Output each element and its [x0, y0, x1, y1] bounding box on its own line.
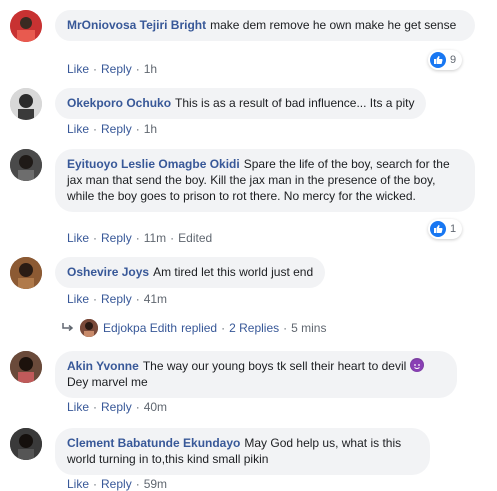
timestamp[interactable]: 59m: [144, 477, 167, 491]
comment-actions: Like · Reply · 41m: [67, 292, 167, 306]
comment-bubble: Eyituoyo Leslie Omagbe Okidi Spare the li…: [55, 149, 475, 212]
comment-bubble: Clement Babatunde Ekundayo May God help u…: [55, 428, 430, 475]
separator: ·: [170, 231, 175, 245]
separator: ·: [135, 292, 140, 306]
reaction-count-value: 1: [450, 223, 457, 235]
avatar[interactable]: [10, 351, 42, 383]
like-link[interactable]: Like: [67, 231, 89, 245]
comment-bubble: Okekporo Ochuko This is as a result of ba…: [55, 88, 427, 119]
comment-text: The way our young boys tk sell their hea…: [142, 359, 407, 373]
comment-actions: Like · Reply · 1h: [67, 122, 157, 136]
like-link[interactable]: Like: [67, 122, 89, 136]
comment-bubble: Oshevire Joys Am tired let this world jus…: [55, 257, 326, 288]
commenter-name[interactable]: Akin Yvonne: [67, 359, 139, 373]
commenter-name[interactable]: Clement Babatunde Ekundayo: [67, 436, 240, 450]
avatar[interactable]: [10, 10, 42, 42]
replied-label: replied: [181, 321, 218, 335]
separator: ·: [93, 122, 98, 136]
separator: ·: [93, 292, 98, 306]
thumbs-up-icon: [430, 52, 446, 68]
separator: ·: [135, 477, 140, 491]
comment-actions: Like · Reply · 59m: [67, 477, 167, 491]
separator: ·: [283, 321, 288, 335]
timestamp[interactable]: 41m: [144, 292, 167, 306]
separator: ·: [135, 231, 140, 245]
timestamp[interactable]: 1h: [144, 62, 157, 76]
smiling-devil-emoji: [409, 358, 424, 372]
timestamp[interactable]: 40m: [144, 400, 167, 414]
reaction-count-value: 9: [450, 54, 457, 66]
like-link[interactable]: Like: [67, 62, 89, 76]
avatar[interactable]: [10, 88, 42, 120]
avatar[interactable]: [10, 428, 42, 460]
separator: ·: [93, 62, 98, 76]
reaction-count[interactable]: 9: [428, 50, 463, 70]
comment-bubble: MrOniovosa Tejiri Bright make dem remove …: [55, 10, 475, 41]
comment-text-line-2: Dey marvel me: [67, 375, 148, 389]
separator: ·: [93, 477, 98, 491]
avatar[interactable]: [10, 257, 42, 289]
comment-text: make dem remove he own make he get sense: [210, 18, 457, 32]
reply-count: 2 Replies: [229, 321, 280, 335]
separator: ·: [135, 62, 140, 76]
reaction-count[interactable]: 1: [428, 219, 463, 239]
comment-actions: Like · Reply · 11m · Edited: [67, 231, 212, 245]
reply-link[interactable]: Reply: [101, 292, 132, 306]
separator: ·: [93, 400, 98, 414]
commenter-name[interactable]: Eyituoyo Leslie Omagbe Okidi: [67, 157, 240, 171]
comment-text: This is as a result of bad influence... …: [175, 96, 415, 110]
replier-name: Edjokpa Edith: [103, 321, 178, 335]
separator: ·: [135, 122, 140, 136]
commenter-name[interactable]: Okekporo Ochuko: [67, 96, 171, 110]
reply-link[interactable]: Reply: [101, 122, 132, 136]
commenter-name[interactable]: MrOniovosa Tejiri Bright: [67, 18, 206, 32]
comment-text: Am tired let this world just end: [153, 265, 314, 279]
reply-link[interactable]: Reply: [101, 231, 132, 245]
edited-label[interactable]: Edited: [178, 231, 212, 245]
reply-arrow-icon: [62, 320, 74, 336]
avatar: [80, 319, 98, 337]
like-link[interactable]: Like: [67, 400, 89, 414]
separator: ·: [93, 231, 98, 245]
reply-time: 5 mins: [291, 321, 327, 335]
reply-link[interactable]: Reply: [101, 62, 132, 76]
commenter-name[interactable]: Oshevire Joys: [67, 265, 149, 279]
reply-link[interactable]: Reply: [101, 477, 132, 491]
timestamp[interactable]: 1h: [144, 122, 157, 136]
like-link[interactable]: Like: [67, 477, 89, 491]
separator: ·: [135, 400, 140, 414]
separator: ·: [221, 321, 226, 335]
like-link[interactable]: Like: [67, 292, 89, 306]
thumbs-up-icon: [430, 221, 446, 237]
comment-actions: Like · Reply · 1h: [67, 62, 157, 76]
avatar[interactable]: [10, 149, 42, 181]
comment-bubble: Akin Yvonne The way our young boys tk sel…: [55, 351, 457, 398]
view-replies-link[interactable]: Edjokpa Edith replied · 2 Replies · 5 mi…: [62, 319, 326, 337]
comment-actions: Like · Reply · 40m: [67, 400, 167, 414]
timestamp[interactable]: 11m: [144, 231, 166, 245]
reply-link[interactable]: Reply: [101, 400, 132, 414]
